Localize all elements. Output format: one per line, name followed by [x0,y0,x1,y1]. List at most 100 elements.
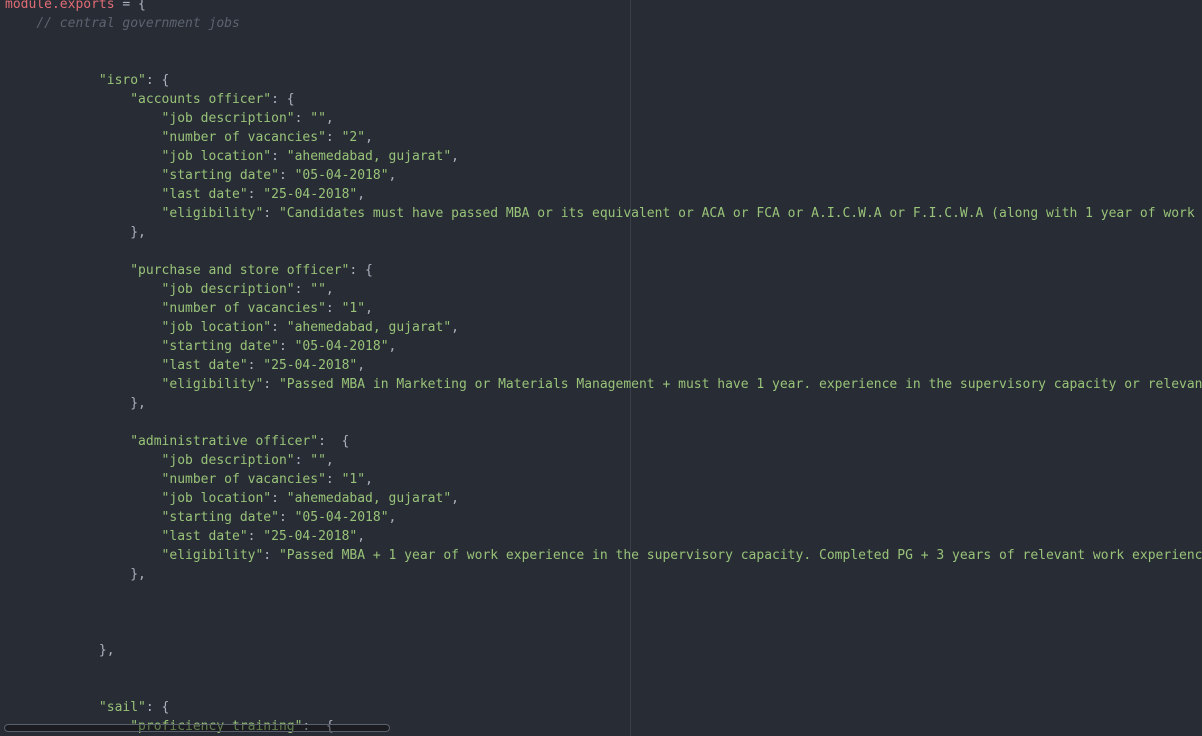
code-token: // central government jobs [36,16,240,31]
code-token: : [271,320,287,335]
code-token: : [278,168,295,183]
code-token: , [451,149,459,164]
code-token: : [325,472,342,487]
code-token: : [325,130,342,145]
code-token: "25-04-2018" [263,529,358,544]
code-token: }, [130,396,146,411]
code-line[interactable]: "last date": "25-04-2018", [5,356,1202,375]
code-line[interactable]: "eligibility": "Passed MBA in Marketing … [5,375,1202,394]
code-line[interactable]: "number of vacancies": "1", [5,299,1202,318]
code-line[interactable] [5,622,1202,641]
code-line[interactable]: "last date": "25-04-2018", [5,185,1202,204]
code-line[interactable] [5,33,1202,52]
code-line[interactable]: }, [5,641,1202,660]
code-line[interactable]: "sail": { [5,698,1202,717]
code-token: , [357,529,366,544]
code-token: , [357,358,366,373]
code-line[interactable]: "job description": "", [5,280,1202,299]
code-line[interactable]: "eligibility": "Candidates must have pas… [5,204,1202,223]
code-token: , [451,320,459,335]
code-token: "accounts officer" [130,92,272,107]
code-line[interactable] [5,52,1202,71]
code-token: "job description" [161,453,295,468]
code-line[interactable]: "number of vacancies": "1", [5,470,1202,489]
code-token: "05-04-2018" [294,339,389,354]
code-token: "" [310,111,326,126]
code-line[interactable]: "job location": "ahemedabad, gujarat", [5,318,1202,337]
code-token: "25-04-2018" [263,358,358,373]
code-line[interactable] [5,679,1202,698]
code-line[interactable]: "starting date": "05-04-2018", [5,337,1202,356]
code-line[interactable]: "job description": "", [5,451,1202,470]
code-token: }, [98,643,115,658]
code-line[interactable]: "job location": "ahemedabad, gujarat", [5,489,1202,508]
code-line[interactable]: "purchase and store officer": { [5,261,1202,280]
code-token: : [325,301,342,316]
code-line[interactable]: "administrative officer": { [5,432,1202,451]
code-token: : [271,149,287,164]
code-line[interactable]: "job description": "", [5,109,1202,128]
code-line[interactable]: "job location": "ahemedabad, gujarat", [5,147,1202,166]
code-line[interactable]: module.exports = { [5,0,1202,14]
code-line[interactable]: // central government jobs [5,14,1202,33]
code-token: "ahemedabad, gujarat" [286,491,452,506]
code-token: , [365,130,373,145]
code-line[interactable]: "starting date": "05-04-2018", [5,508,1202,527]
code-token: , [388,510,397,525]
code-line[interactable]: "number of vacancies": "2", [5,128,1202,147]
code-line[interactable] [5,242,1202,261]
code-token: "eligibility" [161,377,264,392]
code-line[interactable]: }, [5,565,1202,584]
code-token: "05-04-2018" [294,510,389,525]
code-token: , [325,111,334,126]
code-line[interactable]: "starting date": "05-04-2018", [5,166,1202,185]
code-editor[interactable]: module.exports = { // central government… [0,0,1202,736]
code-lines[interactable]: module.exports = { // central government… [5,0,1202,736]
code-token: , [325,453,334,468]
code-token: : [247,187,264,202]
code-token: : [294,282,311,297]
code-token: : { [145,73,170,88]
code-token: : [263,206,279,221]
code-token: "starting date" [161,510,279,525]
code-token: , [325,282,334,297]
code-line[interactable] [5,413,1202,432]
code-token: : [263,548,279,563]
code-token: "" [310,453,326,468]
code-token: "Candidates must have passed MBA or its … [278,206,1195,221]
code-line[interactable]: "last date": "25-04-2018", [5,527,1202,546]
code-token: "05-04-2018" [294,168,389,183]
code-token: , [388,168,397,183]
code-token: : [247,358,264,373]
code-line[interactable]: }, [5,223,1202,242]
code-line[interactable]: }, [5,394,1202,413]
code-line[interactable]: "accounts officer": { [5,90,1202,109]
code-token: : [278,510,295,525]
code-line[interactable]: "eligibility": "Passed MBA + 1 year of w… [5,546,1202,565]
code-line[interactable] [5,660,1202,679]
code-line[interactable]: "isro": { [5,71,1202,90]
code-token: "purchase and store officer" [130,263,350,278]
code-token: , [357,187,366,202]
code-line[interactable] [5,603,1202,622]
horizontal-scrollbar[interactable] [4,724,390,732]
code-token: "eligibility" [161,548,264,563]
code-token: : { [349,263,373,278]
code-token: "2" [341,130,366,145]
code-line[interactable] [5,584,1202,603]
